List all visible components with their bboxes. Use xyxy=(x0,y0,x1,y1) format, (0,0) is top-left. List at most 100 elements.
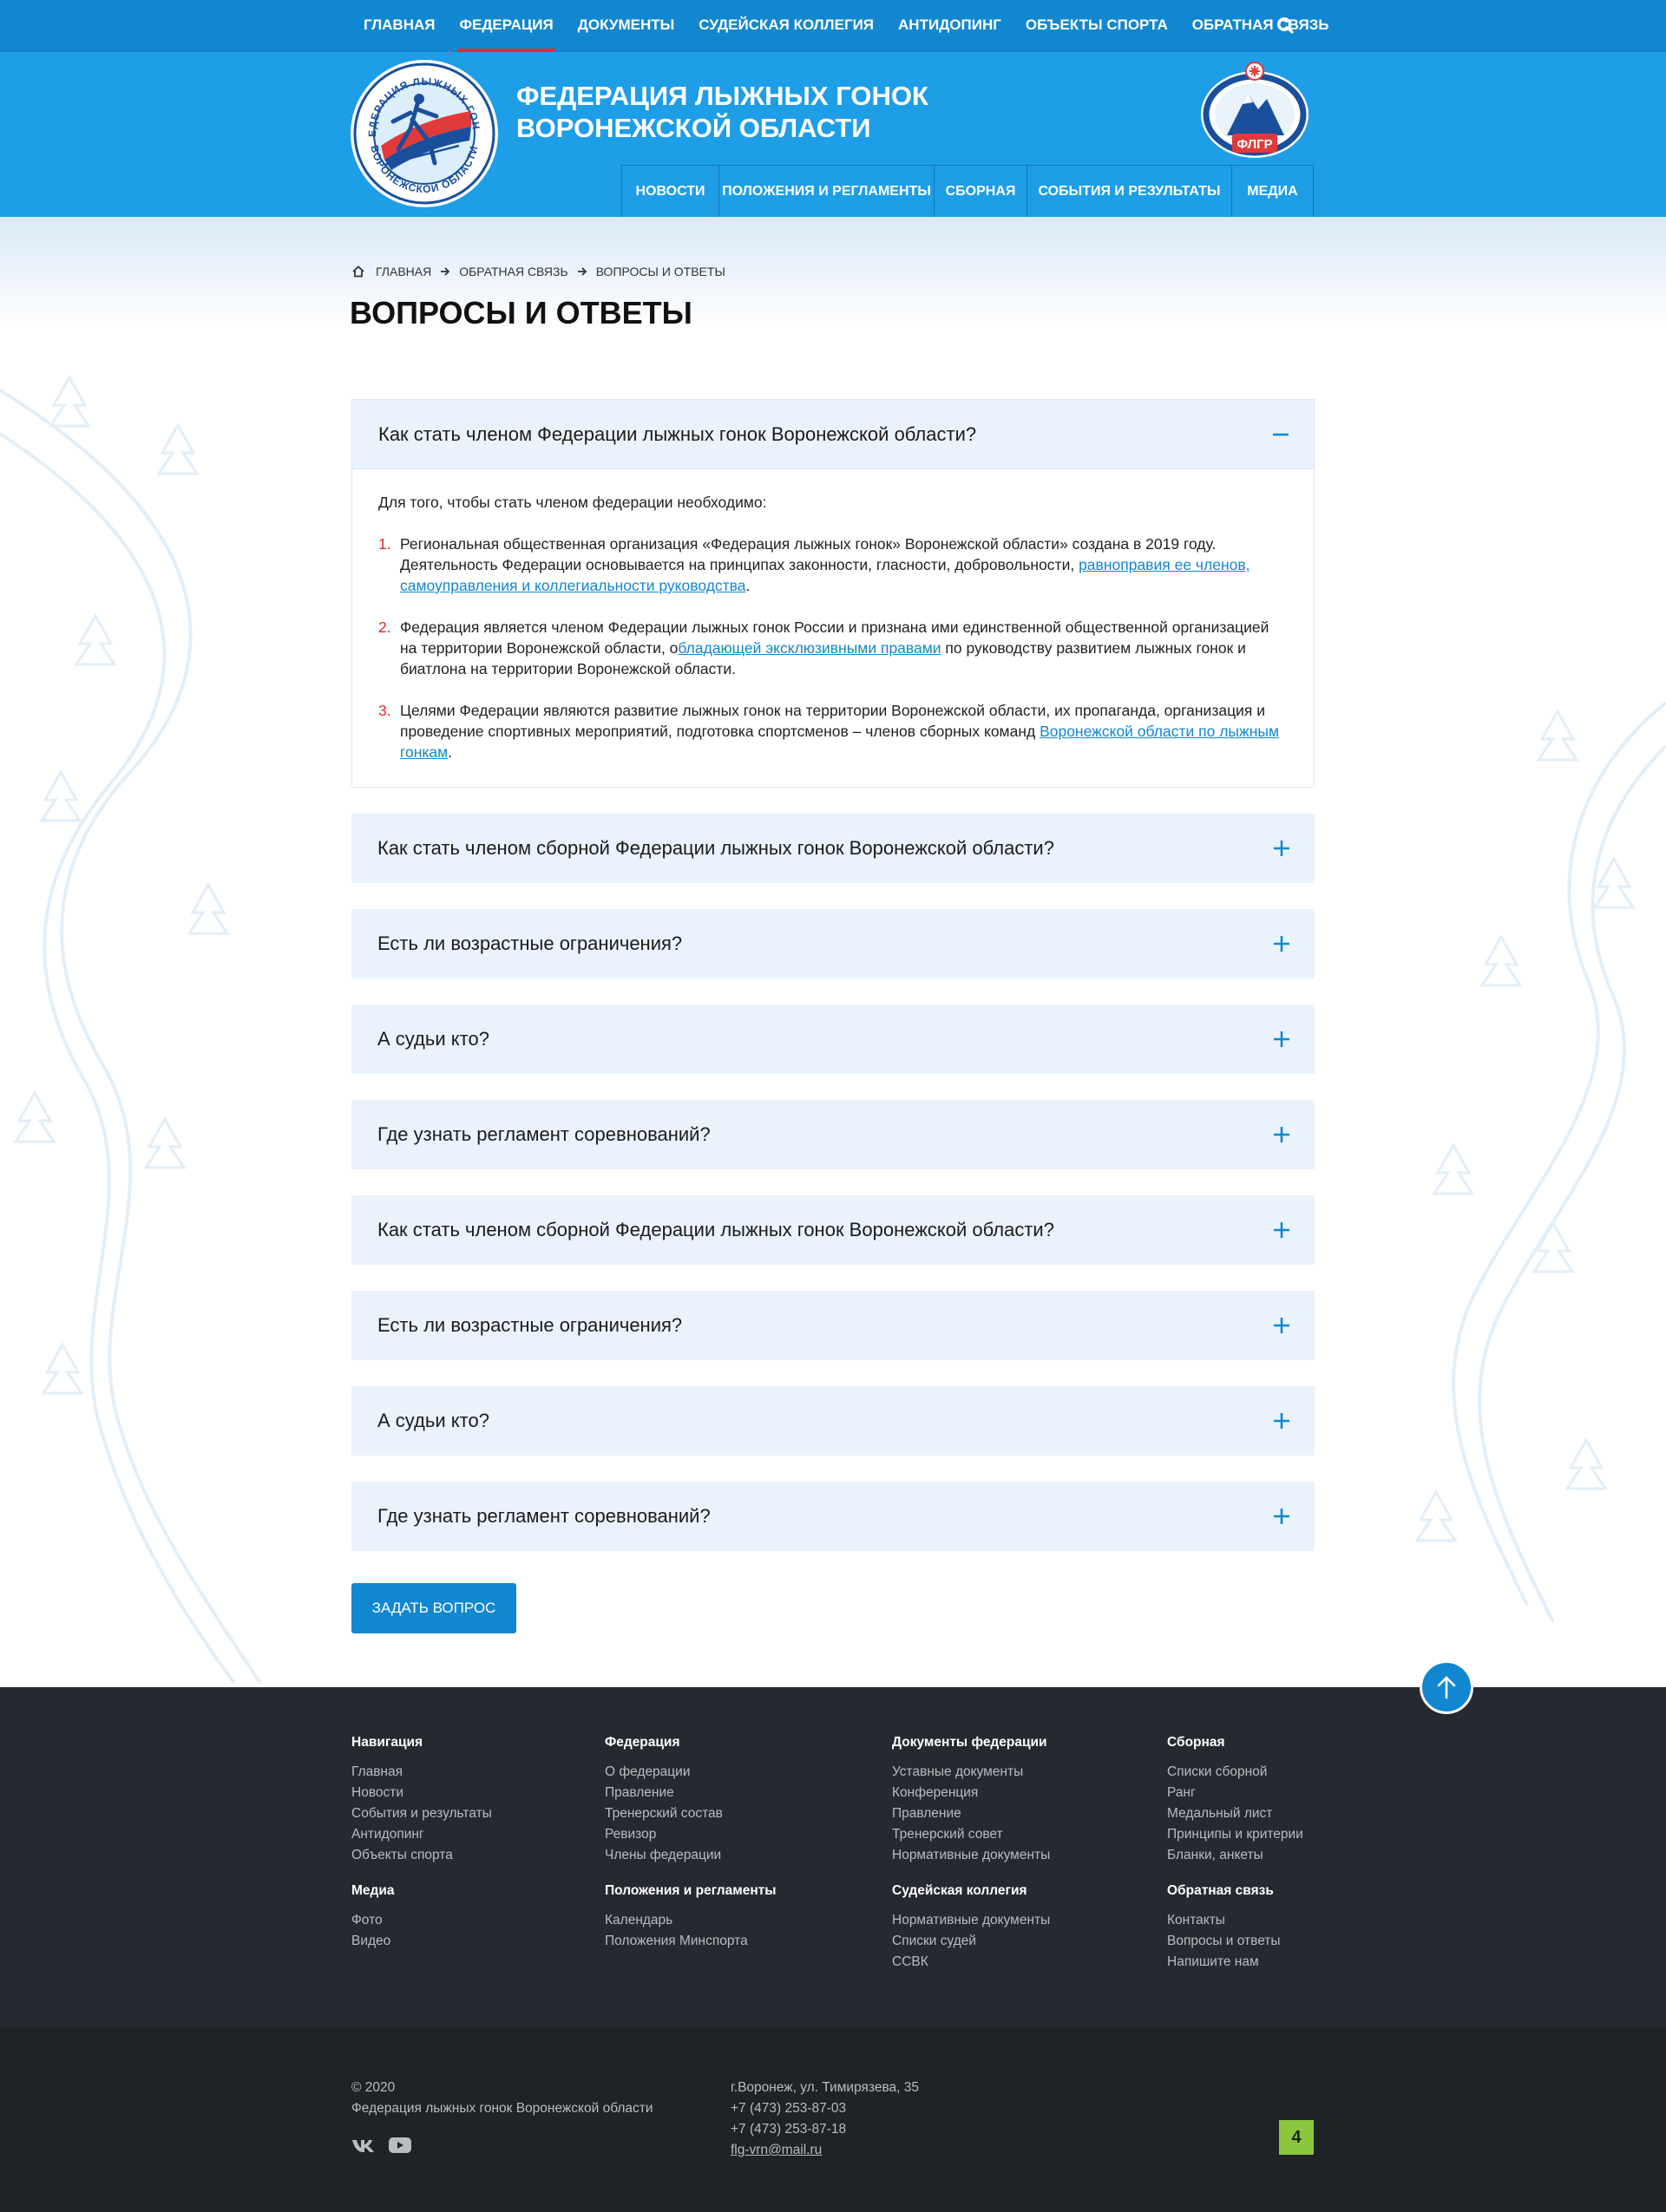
faq-question[interactable]: Есть ли возрастные ограничения? xyxy=(351,1291,1315,1360)
footer-link[interactable]: Уставные документы xyxy=(892,1762,1050,1783)
plus-icon[interactable] xyxy=(1273,1317,1290,1334)
footer-link[interactable]: Объекты спорта xyxy=(351,1845,492,1866)
footer-link[interactable]: Списки сборной xyxy=(1167,1762,1303,1783)
faq-question-text: А судьи кто? xyxy=(377,1410,489,1431)
footer-link[interactable]: Антидопинг xyxy=(351,1824,492,1845)
list-number: 1. xyxy=(378,535,391,553)
footer-column-title: Сборная xyxy=(1167,1735,1225,1750)
counter-badge[interactable]: 4 xyxy=(1279,2120,1314,2155)
footer-link[interactable]: Члены федерации xyxy=(605,1845,723,1866)
footer-link[interactable]: Вопросы и ответы xyxy=(1167,1931,1281,1952)
vk-icon[interactable] xyxy=(351,2136,376,2155)
list-number: 2. xyxy=(378,618,391,636)
faq-item: Где узнать регламент соревнований? xyxy=(351,1100,1315,1169)
footer-link[interactable]: Правление xyxy=(892,1803,1050,1824)
plus-icon[interactable] xyxy=(1273,1031,1290,1048)
faq-question[interactable]: Есть ли возрастные ограничения? xyxy=(351,909,1315,978)
footer-link[interactable]: Конференция xyxy=(892,1783,1050,1803)
faq-item: А судьи кто? xyxy=(351,1386,1315,1456)
list-text-after: . xyxy=(448,743,453,761)
plus-icon[interactable] xyxy=(1273,1126,1290,1143)
search-icon[interactable] xyxy=(1274,14,1298,38)
footer xyxy=(0,1687,1666,2027)
mainnav-item-events-results[interactable]: СОБЫТИЯ И РЕЗУЛЬТАТЫ xyxy=(1027,165,1232,217)
faq-question-text: Где узнать регламент соревнований? xyxy=(377,1123,711,1145)
footer-link[interactable]: О федерации xyxy=(605,1762,723,1783)
footer-column-judges: Судейская коллегия Нормативные документы… xyxy=(892,1883,1050,1973)
footer-link[interactable]: Положения Минспорта xyxy=(605,1931,777,1952)
plus-icon[interactable] xyxy=(1273,935,1290,952)
mainnav-item-media[interactable]: МЕДИА xyxy=(1232,165,1314,217)
faq-item-open: Как стать членом Федерации лыжных гонок … xyxy=(351,399,1315,788)
email-link[interactable]: flg-vrn@mail.ru xyxy=(731,2140,919,2161)
mainnav-item-news[interactable]: НОВОСТИ xyxy=(622,165,719,217)
footer-link[interactable]: ССВК xyxy=(892,1952,1050,1973)
address: г.Воронеж, ул. Тимирязева, 35 xyxy=(731,2080,920,2095)
plus-icon[interactable] xyxy=(1273,1221,1290,1239)
top-bar: ГЛАВНАЯ ФЕДЕРАЦИЯ ДОКУМЕНТЫ СУДЕЙСКАЯ КО… xyxy=(0,0,1666,52)
faq-question[interactable]: А судьи кто? xyxy=(351,1005,1315,1074)
topnav-item-antidoping[interactable]: АНТИДОПИНГ xyxy=(886,0,1013,52)
footer-link[interactable]: Нормативные документы xyxy=(892,1845,1050,1866)
footer-link[interactable]: Принципы и критерии xyxy=(1167,1824,1303,1845)
plus-icon[interactable] xyxy=(1273,1412,1290,1430)
footer-link[interactable]: Новости xyxy=(351,1783,492,1803)
footer-link[interactable]: Нормативные документы xyxy=(892,1910,1050,1931)
copyright-year: © 2020 xyxy=(351,2080,396,2095)
minus-icon[interactable] xyxy=(1272,426,1289,443)
plus-icon[interactable] xyxy=(1273,840,1290,857)
scroll-to-top-button[interactable] xyxy=(1420,1660,1473,1714)
fler-logo[interactable]: ФЛГР xyxy=(1197,59,1312,161)
phone-1[interactable]: +7 (473) 253-87-03 xyxy=(731,2098,919,2119)
phone-2[interactable]: +7 (473) 253-87-18 xyxy=(731,2119,919,2140)
footer-link[interactable]: Тренерский состав xyxy=(605,1803,723,1824)
footer-link[interactable]: События и результаты xyxy=(351,1803,492,1824)
faq-answer-list-item: 1. Региональная общественная организация … xyxy=(378,533,1288,596)
faq-question[interactable]: Где узнать регламент соревнований? xyxy=(351,1100,1315,1169)
top-navigation: ГЛАВНАЯ ФЕДЕРАЦИЯ ДОКУМЕНТЫ СУДЕЙСКАЯ КО… xyxy=(351,0,1341,52)
mainnav-item-regulations[interactable]: ПОЛОЖЕНИЯ И РЕГЛАМЕНТЫ xyxy=(719,165,935,217)
footer-link[interactable]: Правление xyxy=(605,1783,723,1803)
faq-answer-intro: Для того, чтобы стать членом федерации н… xyxy=(378,494,767,511)
federation-logo[interactable]: ФЕДЕРАЦИЯ ЛЫЖНЫХ ГОНОК ВОРОНЕЖСКОЙ ОБЛАС… xyxy=(350,59,499,208)
footer-link[interactable]: Медальный лист xyxy=(1167,1803,1303,1824)
footer-link[interactable]: Главная xyxy=(351,1762,492,1783)
footer-link[interactable]: Фото xyxy=(351,1910,395,1931)
topnav-item-home[interactable]: ГЛАВНАЯ xyxy=(351,0,447,52)
topnav-item-sport-facilities[interactable]: ОБЪЕКТЫ СПОРТА xyxy=(1013,0,1180,52)
arrow-right-icon xyxy=(577,267,587,276)
topnav-item-judges[interactable]: СУДЕЙСКАЯ КОЛЛЕГИЯ xyxy=(686,0,886,52)
faq-question[interactable]: А судьи кто? xyxy=(351,1386,1315,1456)
plus-icon[interactable] xyxy=(1273,1508,1290,1525)
footer-link[interactable]: Напишите нам xyxy=(1167,1952,1281,1973)
youtube-icon[interactable] xyxy=(388,2136,412,2155)
faq-item: Есть ли возрастные ограничения? xyxy=(351,909,1315,978)
footer-link[interactable]: Контакты xyxy=(1167,1910,1281,1931)
footer-column-title: Судейская коллегия xyxy=(892,1883,1027,1898)
site-title-line1: ФЕДЕРАЦИЯ ЛЫЖНЫХ ГОНОК xyxy=(516,81,928,111)
arrow-right-icon xyxy=(441,267,450,276)
footer-link[interactable]: Календарь xyxy=(605,1910,777,1931)
footer-link[interactable]: Ревизор xyxy=(605,1824,723,1845)
footer-link[interactable]: Тренерский совет xyxy=(892,1824,1050,1845)
footer-link[interactable]: Бланки, анкеты xyxy=(1167,1845,1303,1866)
faq-question[interactable]: Как стать членом сборной Федерации лыжны… xyxy=(351,1195,1315,1265)
footer-link[interactable]: Ранг xyxy=(1167,1783,1303,1803)
faq-question[interactable]: Как стать членом сборной Федерации лыжны… xyxy=(351,814,1315,883)
topnav-item-federation[interactable]: ФЕДЕРАЦИЯ xyxy=(447,0,565,52)
breadcrumb-item-home[interactable]: ГЛАВНАЯ xyxy=(376,265,431,278)
home-icon[interactable] xyxy=(351,265,365,278)
inline-link[interactable]: бладающей эксклюзивными правами xyxy=(678,639,941,657)
faq-question-text: Как стать членом Федерации лыжных гонок … xyxy=(378,422,977,445)
breadcrumb-item-feedback[interactable]: ОБРАТНАЯ СВЯЗЬ xyxy=(459,265,567,278)
faq-question[interactable]: Где узнать регламент соревнований? xyxy=(351,1482,1315,1551)
footer-link[interactable]: Списки судей xyxy=(892,1931,1050,1952)
topnav-item-documents[interactable]: ДОКУМЕНТЫ xyxy=(566,0,687,52)
ask-question-button[interactable]: ЗАДАТЬ ВОПРОС xyxy=(351,1583,516,1633)
faq-question[interactable]: Как стать членом Федерации лыжных гонок … xyxy=(352,400,1314,469)
mainnav-item-team[interactable]: СБОРНАЯ xyxy=(935,165,1027,217)
footer-link[interactable]: Видео xyxy=(351,1931,395,1952)
breadcrumb-item-current: ВОПРОСЫ И ОТВЕТЫ xyxy=(595,265,725,278)
topnav-item-feedback[interactable]: ОБРАТНАЯ СВЯЗЬ xyxy=(1180,0,1341,52)
faq-answer-list-item: 3. Целями Федерации являются развитие лыж… xyxy=(378,700,1288,762)
